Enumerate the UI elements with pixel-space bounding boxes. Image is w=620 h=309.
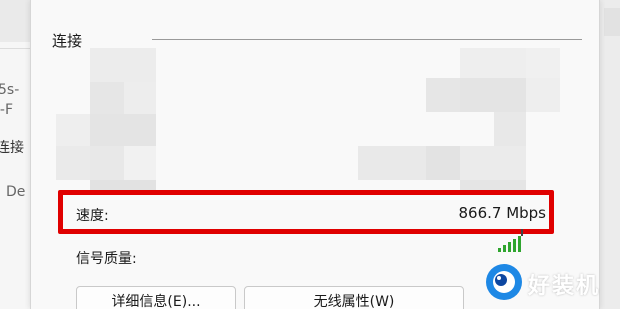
background-segment [604, 8, 620, 36]
background-text-line: De [6, 184, 26, 200]
speed-highlight-box [58, 190, 554, 234]
watermark: 好装机 [484, 262, 620, 302]
signal-bar [513, 239, 516, 252]
background-text-line: i-F [0, 102, 13, 118]
section-divider [152, 39, 582, 40]
signal-bar [518, 236, 521, 252]
signal-bar [498, 248, 501, 252]
text-cursor [521, 229, 523, 236]
watermark-logo-icon [486, 264, 522, 300]
signal-bar [508, 242, 511, 252]
signal-bar [503, 245, 506, 252]
details-button[interactable]: 详细信息(E)... [76, 286, 236, 309]
background-text-line: 连接 [0, 140, 24, 156]
section-title-connection: 连接 [52, 32, 83, 50]
screen: 5s- i-F 连接 De 连接 速度: 866.7 Mbps [0, 0, 620, 309]
wireless-properties-button[interactable]: 无线属性(W) [244, 286, 464, 309]
signal-strength-icon [498, 236, 524, 252]
signal-quality-label: 信号质量: [76, 251, 137, 267]
background-text-line: 5s- [0, 82, 20, 98]
watermark-text: 好装机 [528, 274, 601, 299]
